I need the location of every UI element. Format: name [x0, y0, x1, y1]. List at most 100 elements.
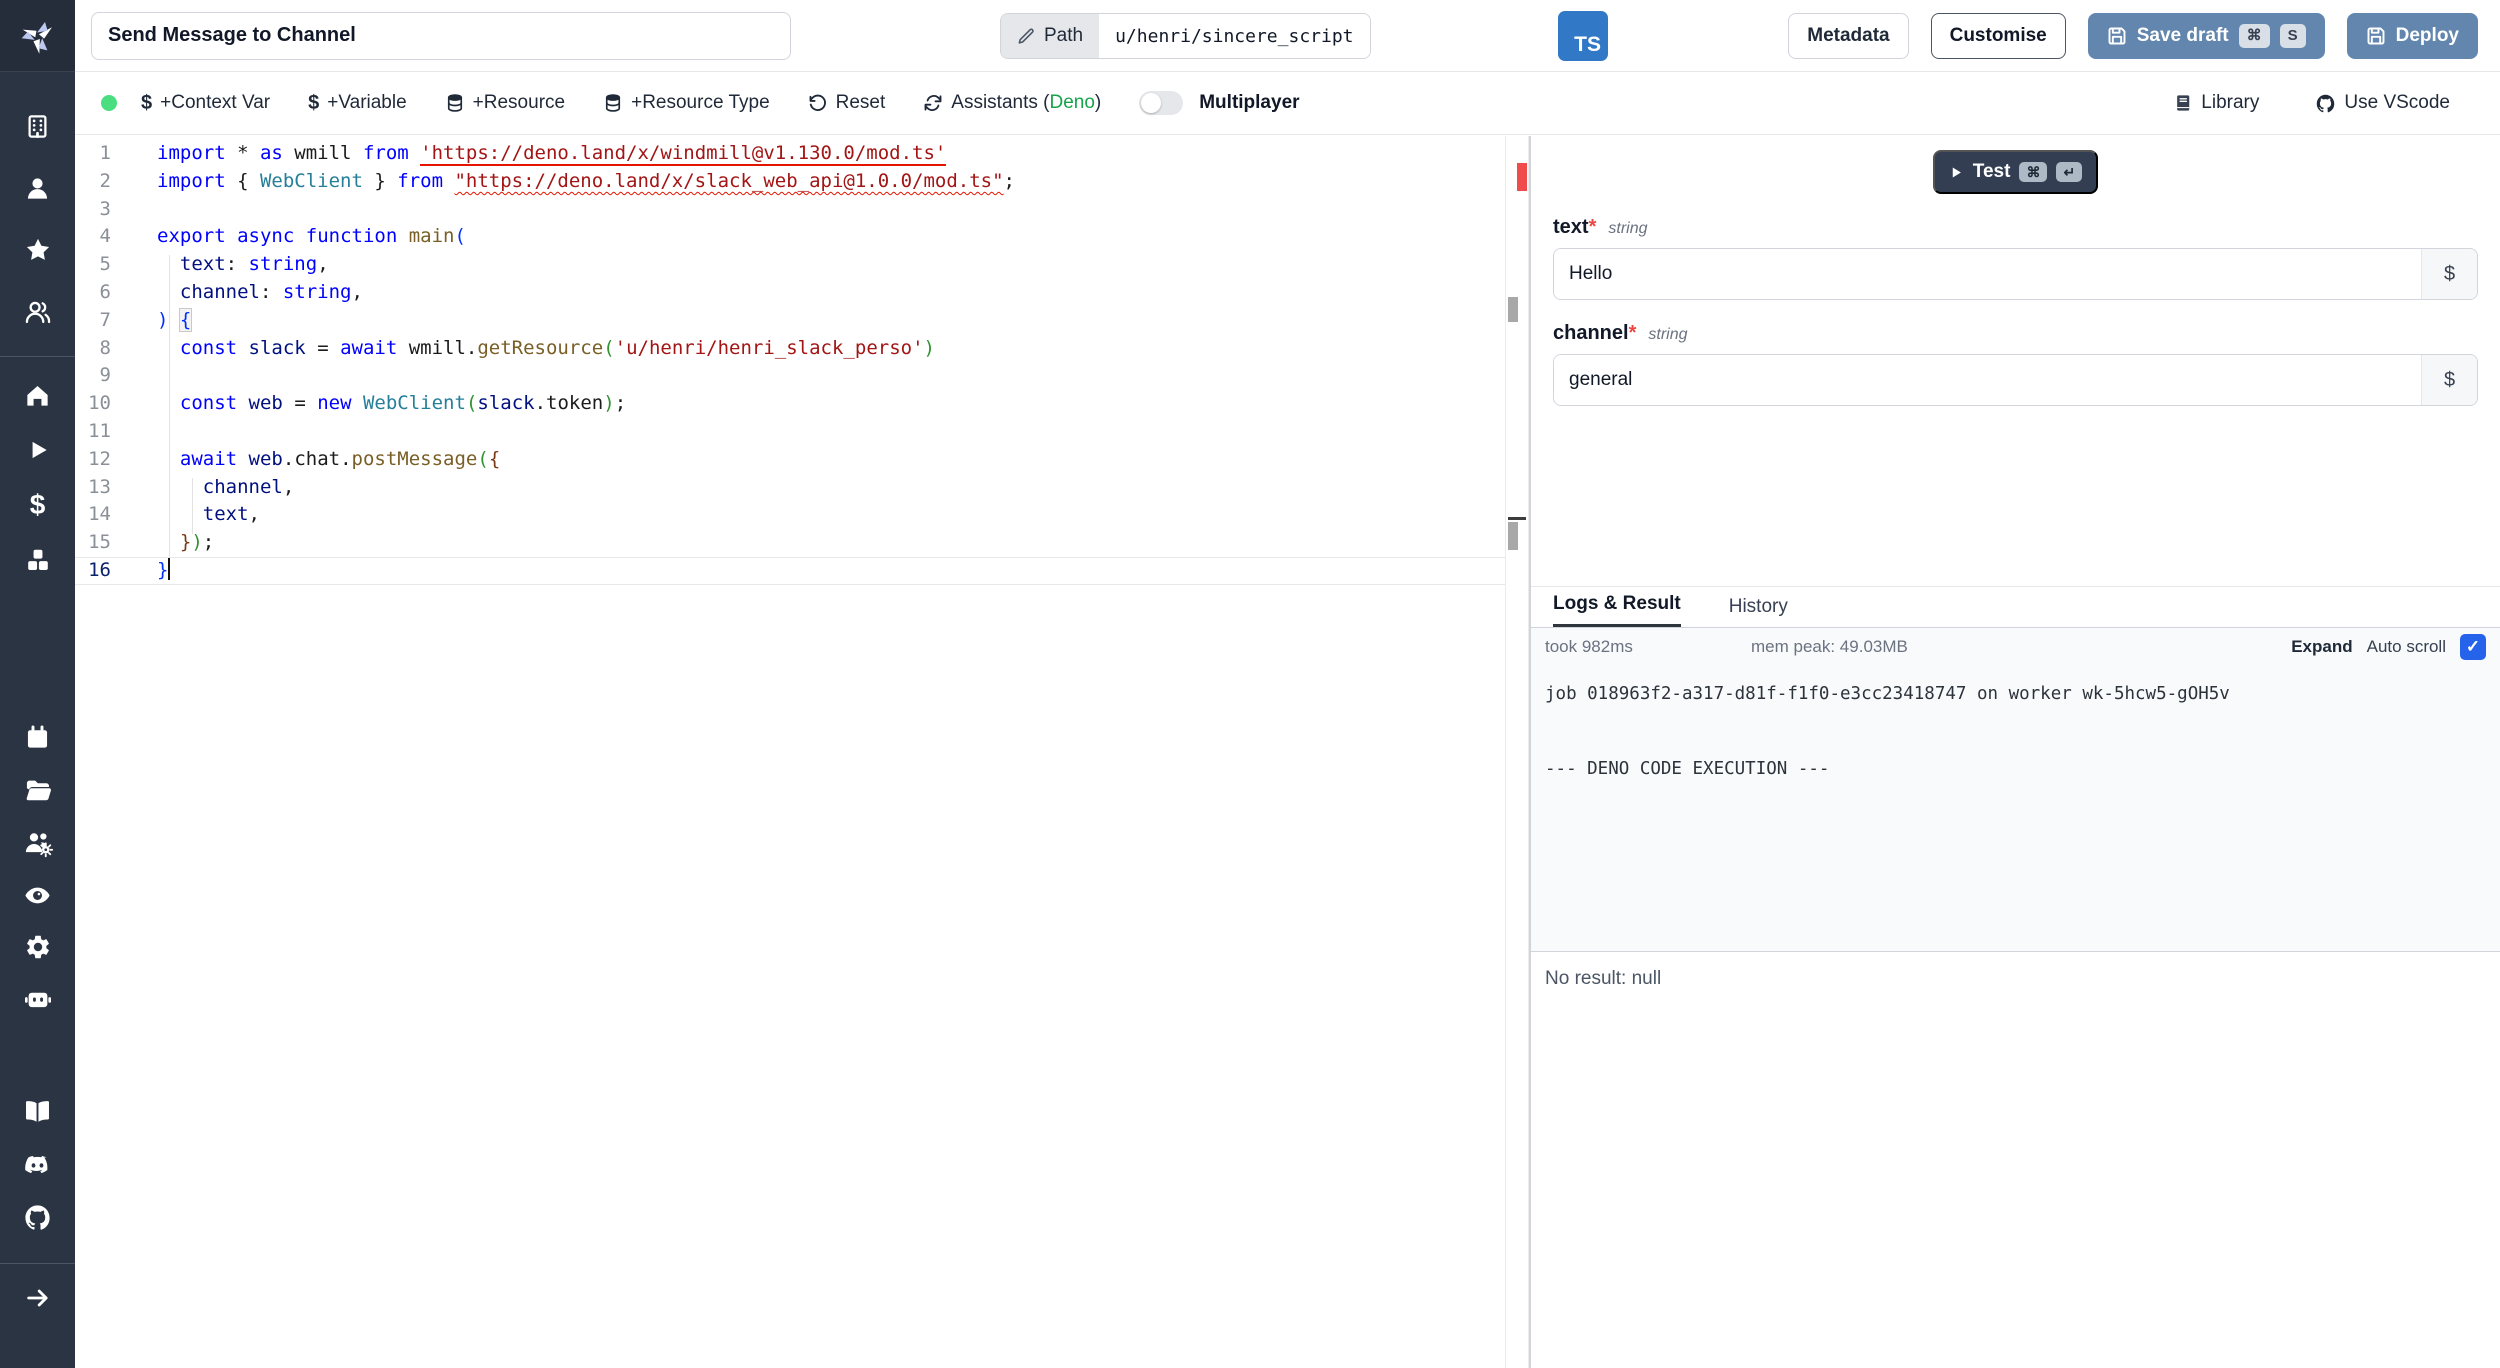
library-button[interactable]: Library [2173, 92, 2259, 114]
line-number: 3 [99, 197, 111, 220]
toolbar-right: Library Use VScode [2173, 92, 2450, 114]
job-logs: job 018963f2-a317-d81f-f1f0-e3cc23418747… [1531, 666, 2500, 951]
line-number: 9 [99, 364, 111, 387]
user-group-gear-icon[interactable] [0, 823, 75, 863]
text-arg-input[interactable] [1554, 249, 2421, 299]
result-text: No result: null [1545, 968, 1662, 989]
test-args-form: Test ⌘ ↵ text* string $ channel* st [1531, 136, 2500, 586]
multiplayer-label: Multiplayer [1199, 92, 1300, 113]
code-line: 10 const web = new WebClient(slack.token… [75, 390, 1505, 418]
metadata-button[interactable]: Metadata [1788, 12, 1909, 59]
code-line: 12 await web.chat.postMessage({ [75, 446, 1505, 474]
refresh-icon [923, 93, 943, 113]
eye-icon[interactable] [0, 875, 75, 915]
code-line: 15 }); [75, 529, 1505, 557]
path-control[interactable]: Path u/henri/sincere_script [1000, 13, 1371, 59]
field-type: string [1648, 326, 1688, 343]
github-icon[interactable] [0, 1197, 75, 1237]
path-label: Path [1044, 25, 1084, 46]
line-number: 8 [99, 336, 111, 359]
gear-icon[interactable] [0, 927, 75, 967]
robot-icon[interactable] [0, 979, 75, 1019]
book-icon [2173, 93, 2193, 113]
line-number: 4 [99, 225, 111, 248]
code-line: 16} [75, 557, 1505, 585]
line-number: 13 [88, 475, 111, 498]
line-number: 10 [88, 392, 111, 415]
line-number: 12 [88, 447, 111, 470]
building-icon[interactable] [0, 106, 75, 146]
multiplayer-toggle[interactable] [1139, 91, 1184, 115]
code-line: 7) { [75, 307, 1505, 335]
cubes-icon[interactable] [0, 540, 75, 580]
dollar-icon: $ [141, 91, 153, 114]
script-title-input[interactable] [91, 11, 791, 60]
rotate-ccw-icon [808, 93, 828, 113]
insert-variable-button[interactable]: $ [2421, 249, 2477, 299]
expand-logs-button[interactable]: Expand [2291, 637, 2352, 657]
kbd-enter: ↵ [2056, 161, 2083, 183]
code-line: 11 [75, 418, 1505, 446]
code-line: 8 const slack = await wmill.getResource(… [75, 335, 1505, 363]
calendar-icon[interactable] [0, 717, 75, 757]
discord-icon[interactable] [0, 1144, 75, 1184]
code-line: 14 text, [75, 501, 1505, 529]
required-asterisk: * [1588, 216, 1597, 238]
add-context-var-button[interactable]: $ +Context Var [141, 92, 270, 115]
star-icon[interactable] [0, 230, 75, 270]
windmill-script-editor: $ Send Message to Channel Path u/henri/s… [0, 0, 2500, 1368]
windmill-logo[interactable] [0, 0, 75, 72]
insert-variable-button[interactable]: $ [2421, 355, 2477, 405]
database-icon [603, 93, 623, 113]
customise-button[interactable]: Customise [1930, 12, 2066, 59]
assistants-button[interactable]: Assistants (Deno) [923, 92, 1101, 114]
editor-overview-ruler[interactable] [1505, 136, 1529, 1368]
kbd-s: S [2279, 23, 2306, 48]
home-icon[interactable] [0, 375, 75, 415]
user-icon[interactable] [0, 168, 75, 208]
line-number: 7 [99, 308, 111, 331]
folder-icon[interactable] [0, 770, 75, 810]
code-line: 13 channel, [75, 474, 1505, 502]
line-number: 11 [88, 419, 111, 442]
add-resource-type-button[interactable]: +Resource Type [603, 92, 770, 114]
code-line: 3 [75, 196, 1505, 224]
field-name: text [1553, 216, 1589, 238]
users-icon[interactable] [0, 292, 75, 332]
book-icon[interactable] [0, 1091, 75, 1131]
result-panel: No result: null [1531, 951, 2500, 1368]
line-number: 1 [99, 142, 111, 164]
run-status-bar: took 982ms mem peak: 49.03MB Expand Auto… [1531, 628, 2500, 666]
github-icon [2315, 93, 2336, 114]
status-dot [101, 95, 117, 111]
code-line: 4 export async function main( [75, 223, 1505, 251]
play-icon [1949, 165, 1964, 180]
play-icon[interactable] [0, 430, 75, 470]
save-draft-button[interactable]: Save draft ⌘ S [2087, 12, 2325, 59]
add-variable-button[interactable]: $ +Variable [308, 92, 407, 115]
field-text: text* string $ [1553, 216, 2478, 300]
line-number: 6 [99, 280, 111, 303]
arrow-right-icon[interactable] [0, 1278, 75, 1318]
add-resource-button[interactable]: +Resource [445, 92, 565, 114]
code-line: 9 [75, 362, 1505, 390]
kbd-cmd: ⌘ [2019, 161, 2048, 183]
test-button[interactable]: Test ⌘ ↵ [1932, 150, 2099, 194]
dollar-icon: $ [308, 91, 320, 114]
typescript-badge: TS [1558, 11, 1608, 61]
sidebar-divider [0, 356, 75, 357]
tab-logs-result[interactable]: Logs & Result [1553, 593, 1681, 627]
line-number: 14 [88, 503, 111, 526]
reset-button[interactable]: Reset [808, 92, 885, 114]
autoscroll-checkbox[interactable]: ✓ [2460, 634, 2486, 660]
dollar-icon[interactable]: $ [0, 485, 75, 525]
line-number: 5 [99, 253, 111, 276]
path-edit-button[interactable]: Path [1001, 14, 1100, 58]
line-number: 16 [88, 558, 111, 581]
channel-arg-input[interactable] [1554, 355, 2421, 405]
autoscroll-label: Auto scroll [2366, 637, 2446, 656]
deploy-button[interactable]: Deploy [2346, 12, 2478, 59]
code-editor[interactable]: 1 import * as wmill from 'https://deno.la… [75, 136, 1505, 1368]
use-vscode-button[interactable]: Use VScode [2315, 92, 2450, 114]
tab-history[interactable]: History [1729, 596, 1788, 627]
